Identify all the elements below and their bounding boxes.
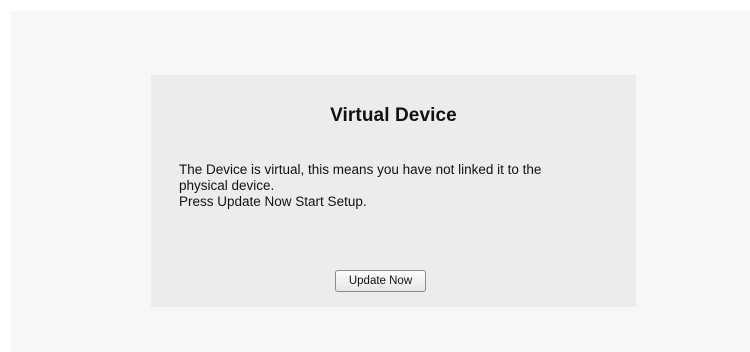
message-line-1: The Device is virtual, this means you ha…	[179, 162, 542, 177]
update-now-button[interactable]: Update Now	[335, 270, 426, 292]
virtual-device-dialog: Virtual Device The Device is virtual, th…	[151, 75, 636, 307]
message-line-2: physical device.	[179, 178, 275, 193]
dialog-title: Virtual Device	[330, 105, 457, 126]
message-line-3: Press Update Now Start Setup.	[179, 194, 367, 209]
dialog-message: The Device is virtual, this means you ha…	[179, 162, 599, 210]
